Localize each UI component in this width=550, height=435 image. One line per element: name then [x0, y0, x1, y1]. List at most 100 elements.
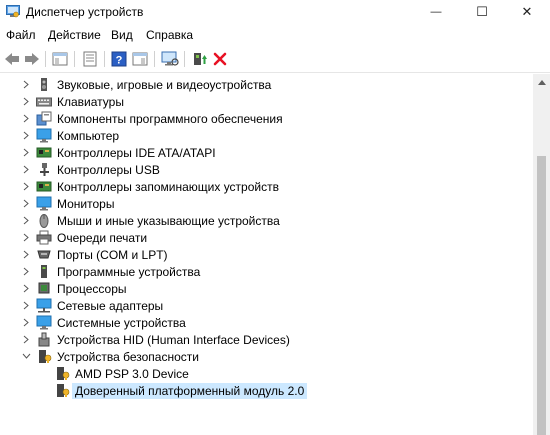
tree-item-label: Устройства HID (Human Interface Devices): [57, 333, 290, 347]
chevron-down-icon[interactable]: [20, 349, 32, 363]
chevron-right-icon[interactable]: [20, 230, 32, 244]
tree-item-amd-psp[interactable]: AMD PSP 3.0 Device: [0, 365, 533, 382]
scan-hardware-icon: [161, 51, 179, 66]
uninstall-icon: [213, 52, 227, 66]
menu-view[interactable]: Вид: [111, 28, 133, 42]
tree-item-software-devices[interactable]: Программные устройства: [0, 263, 533, 280]
chevron-right-icon[interactable]: [20, 196, 32, 210]
tree-item-hid[interactable]: Устройства HID (Human Interface Devices): [0, 331, 533, 348]
tree-item-label: Мыши и иные указывающие устройства: [57, 214, 280, 228]
tree-item-label: AMD PSP 3.0 Device: [75, 367, 189, 381]
chevron-right-icon[interactable]: [20, 77, 32, 91]
menu-action[interactable]: Действие: [48, 28, 101, 42]
window-title: Диспетчер устройств: [26, 5, 144, 19]
close-icon: ✕: [521, 4, 533, 19]
scrollbar-thumb[interactable]: [537, 156, 546, 435]
tree-item-print-queues[interactable]: Очереди печати: [0, 229, 533, 246]
tree-item-label: Системные устройства: [57, 316, 186, 330]
update-driver-button[interactable]: [190, 49, 210, 69]
tree-item-label: Компоненты программного обеспечения: [57, 112, 283, 126]
toolbar-separator: [74, 51, 75, 67]
mouse-icon: [39, 214, 49, 228]
tree-item-label: Мониторы: [57, 197, 115, 211]
chevron-right-icon[interactable]: [20, 179, 32, 193]
tree-item-label: Устройства безопасности: [57, 350, 199, 364]
hid-icon: [38, 332, 50, 347]
chevron-right-icon[interactable]: [20, 264, 32, 278]
tree-item-label: Порты (COM и LPT): [57, 248, 168, 262]
processor-icon: [38, 282, 50, 294]
vertical-scrollbar[interactable]: [533, 74, 550, 435]
update-driver-icon: [194, 53, 207, 65]
chevron-right-icon[interactable]: [20, 315, 32, 329]
close-button[interactable]: ✕: [504, 0, 550, 24]
chevron-right-icon[interactable]: [20, 128, 32, 142]
menu-bar: Файл Действие Вид Справка: [0, 24, 550, 45]
action-view-button[interactable]: [130, 49, 150, 69]
menu-help[interactable]: Справка: [146, 28, 193, 42]
monitor-icon: [36, 196, 52, 211]
security-device-icon: [57, 384, 70, 397]
properties-button[interactable]: [80, 49, 100, 69]
show-hide-tree-icon: [52, 52, 68, 66]
chevron-right-icon[interactable]: [20, 213, 32, 227]
back-button[interactable]: [2, 49, 22, 69]
help-button[interactable]: ?: [109, 49, 129, 69]
scan-hardware-button[interactable]: [160, 49, 180, 69]
tree-item-ports[interactable]: Порты (COM и LPT): [0, 246, 533, 263]
forward-arrow-icon: [25, 53, 39, 65]
tree-item-mice[interactable]: Мыши и иные указывающие устройства: [0, 212, 533, 229]
chevron-right-icon[interactable]: [20, 332, 32, 346]
tree-item-label: Процессоры: [57, 282, 127, 296]
software-component-icon: [36, 111, 52, 126]
toolbar-separator: [104, 51, 105, 67]
software-device-icon: [41, 265, 47, 278]
tree-item-ide-controllers[interactable]: Контроллеры IDE ATA/ATAPI: [0, 144, 533, 161]
security-device-icon: [39, 350, 52, 363]
tree-item-system-devices[interactable]: Системные устройства: [0, 314, 533, 331]
maximize-icon: ☐: [476, 4, 488, 19]
chevron-right-icon[interactable]: [20, 281, 32, 295]
computer-icon: [36, 128, 52, 143]
tree-item-computer[interactable]: Компьютер: [0, 127, 533, 144]
uninstall-button[interactable]: [210, 49, 230, 69]
chevron-right-icon[interactable]: [20, 298, 32, 312]
tree-item-label: Звуковые, игровые и видеоустройства: [57, 78, 272, 92]
tree-item-label: Клавиатуры: [57, 95, 124, 109]
tree-item-storage-controllers[interactable]: Контроллеры запоминающих устройств: [0, 178, 533, 195]
ide-controller-icon: [36, 147, 52, 158]
toolbar-separator: [154, 51, 155, 67]
forward-button[interactable]: [22, 49, 42, 69]
chevron-up-icon: [537, 80, 546, 85]
minimize-icon: —: [430, 6, 442, 18]
speaker-icon: [41, 78, 47, 91]
chevron-right-icon[interactable]: [20, 247, 32, 261]
tree-item-tpm[interactable]: Доверенный платформенный модуль 2.0: [0, 382, 533, 399]
chevron-right-icon[interactable]: [20, 94, 32, 108]
tree-item-software-components[interactable]: Компоненты программного обеспечения: [0, 110, 533, 127]
tree-item-security-devices[interactable]: Устройства безопасности: [0, 348, 533, 365]
properties-icon: [83, 51, 97, 67]
keyboard-icon: [36, 97, 52, 107]
scroll-up-button[interactable]: [533, 74, 550, 91]
tree-item-label: Сетевые адаптеры: [57, 299, 164, 313]
tree-item-keyboards[interactable]: Клавиатуры: [0, 93, 533, 110]
help-icon: ?: [111, 51, 127, 67]
maximize-button[interactable]: ☐: [459, 0, 505, 24]
tree-item-label: Контроллеры IDE ATA/ATAPI: [57, 146, 216, 160]
svg-text:?: ?: [116, 55, 123, 67]
tree-item-usb-controllers[interactable]: Контроллеры USB: [0, 161, 533, 178]
menu-file[interactable]: Файл: [6, 28, 36, 42]
chevron-right-icon[interactable]: [20, 145, 32, 159]
tree-item-processors[interactable]: Процессоры: [0, 280, 533, 297]
tree-item-sound[interactable]: Звуковые, игровые и видеоустройства: [0, 76, 533, 93]
toolbar-separator: [184, 51, 185, 67]
tree-item-network-adapters[interactable]: Сетевые адаптеры: [0, 297, 533, 314]
printer-icon: [36, 230, 52, 245]
tree-item-monitors[interactable]: Мониторы: [0, 195, 533, 212]
chevron-right-icon[interactable]: [20, 162, 32, 176]
back-arrow-icon: [5, 53, 19, 65]
chevron-right-icon[interactable]: [20, 111, 32, 125]
minimize-button[interactable]: —: [413, 0, 459, 24]
show-hide-tree-button[interactable]: [50, 49, 70, 69]
